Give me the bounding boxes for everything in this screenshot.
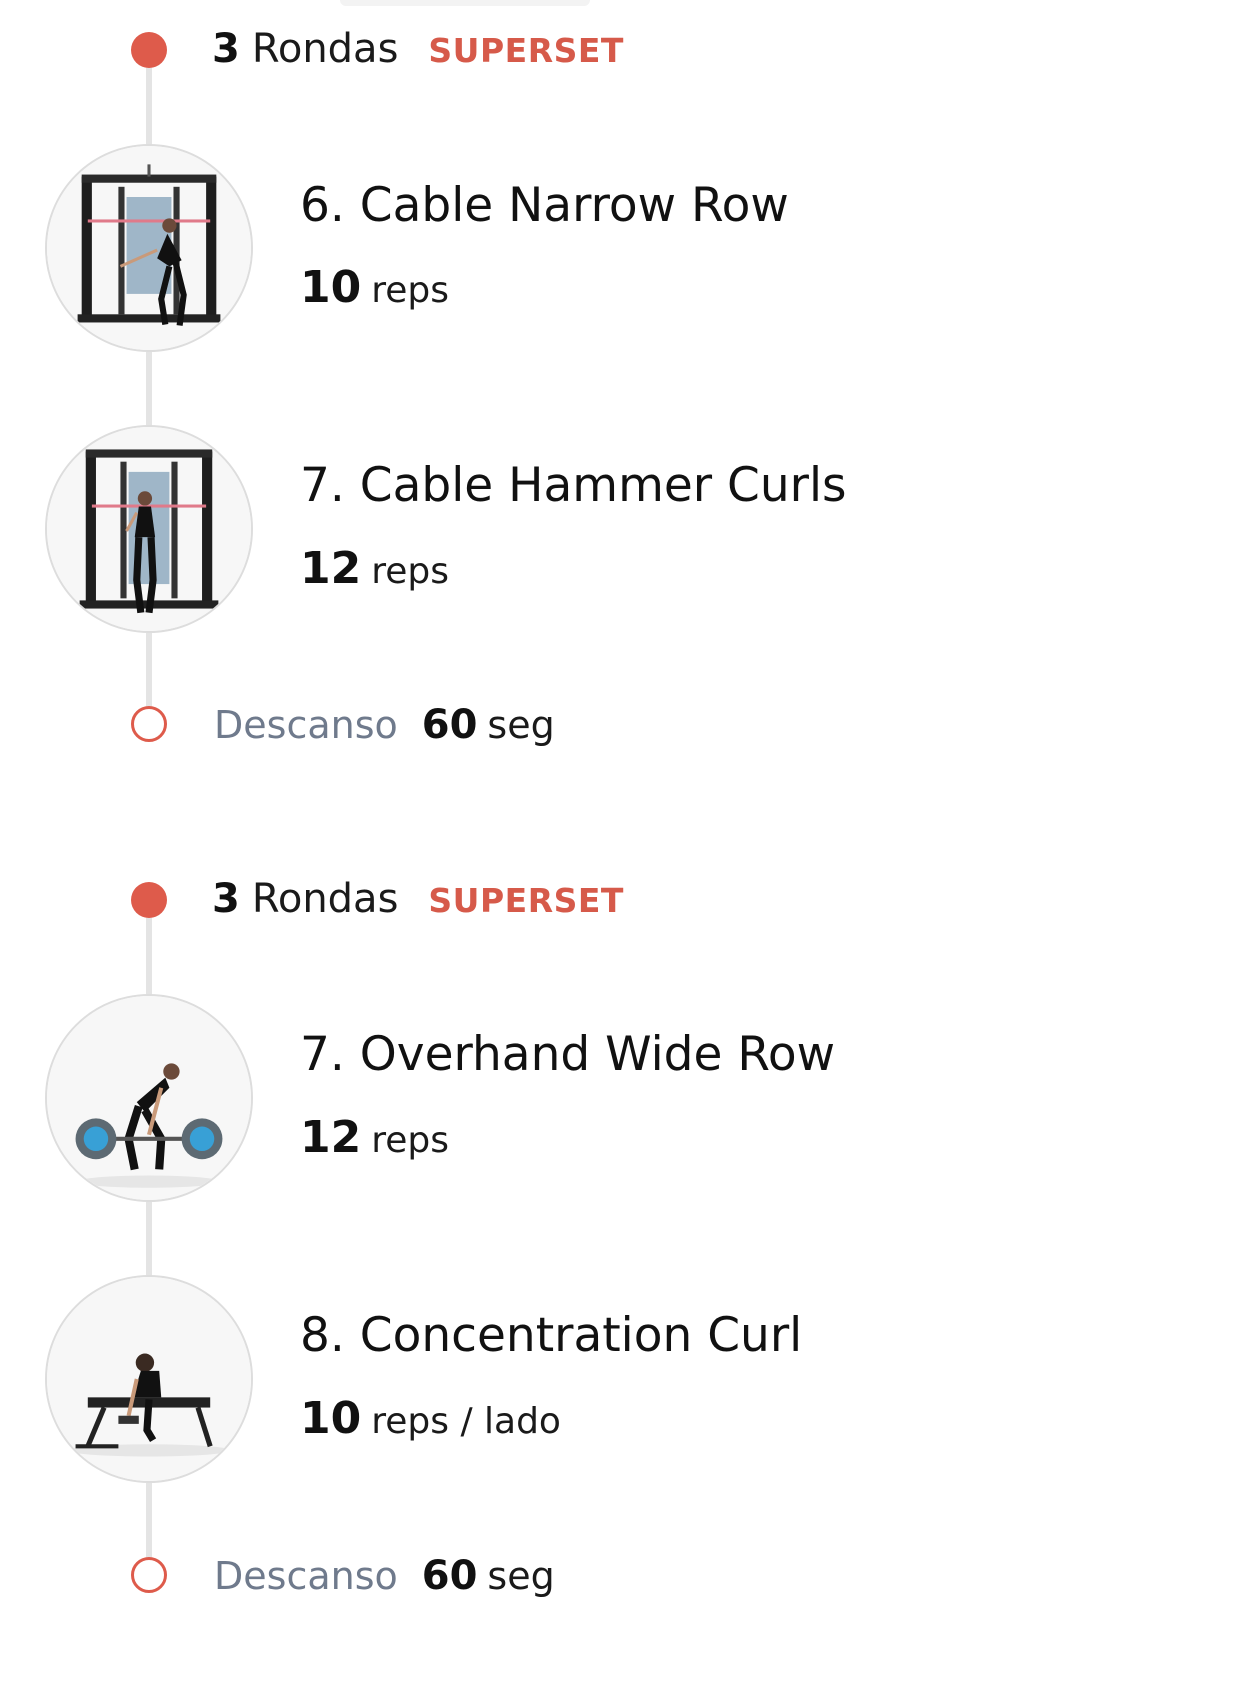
- exercise-name[interactable]: 7. Overhand Wide Row: [300, 1027, 835, 1082]
- exercise-name[interactable]: 7. Cable Hammer Curls: [300, 458, 847, 513]
- reps-count: 10: [300, 1393, 362, 1444]
- rest-unit: seg: [487, 1554, 555, 1598]
- rest-duration: 60: [421, 702, 478, 748]
- exercise-thumbnail[interactable]: [45, 144, 253, 352]
- exercise-name[interactable]: 6. Cable Narrow Row: [300, 178, 789, 233]
- rest-unit: seg: [487, 703, 555, 747]
- reps-unit: reps: [371, 270, 449, 311]
- rounds-label: Rondas: [251, 26, 399, 72]
- exercise-reps: 12 reps: [300, 543, 449, 594]
- bench-dumbbell-curl-image: [47, 1277, 251, 1481]
- rest-marker-circle: [131, 706, 167, 742]
- barbell-row-image: [47, 996, 251, 1200]
- rounds-label: Rondas: [251, 876, 399, 922]
- reps-count: 10: [300, 262, 362, 313]
- reps-unit: reps / lado: [371, 1401, 561, 1442]
- rounds-count: 3: [212, 876, 240, 922]
- exercise-thumbnail[interactable]: [45, 425, 253, 633]
- reps-count: 12: [300, 543, 362, 594]
- reps-unit: reps: [371, 551, 449, 592]
- rest-label: Descanso: [214, 703, 398, 747]
- rounds-header: 3 Rondas SUPERSET: [212, 26, 624, 72]
- rounds-count: 3: [212, 26, 240, 72]
- rest-duration: 60: [421, 1553, 478, 1599]
- rest-marker-circle: [131, 1557, 167, 1593]
- superset-tag: SUPERSET: [428, 881, 624, 920]
- superset-group-1: 3 Rondas SUPERSET 6. Cable Narrow Row 10…: [0, 0, 1242, 784]
- rounds-header: 3 Rondas SUPERSET: [212, 876, 624, 922]
- rest-label: Descanso: [214, 1554, 398, 1598]
- reps-unit: reps: [371, 1120, 449, 1161]
- rest-row: Descanso 60 seg: [214, 1553, 555, 1599]
- exercise-name[interactable]: 8. Concentration Curl: [300, 1308, 802, 1363]
- round-marker-dot: [131, 32, 167, 68]
- exercise-thumbnail[interactable]: [45, 994, 253, 1202]
- exercise-thumbnail[interactable]: [45, 1275, 253, 1483]
- reps-count: 12: [300, 1112, 362, 1163]
- cable-machine-curl-image: [47, 427, 251, 631]
- round-marker-dot: [131, 882, 167, 918]
- superset-group-2: 3 Rondas SUPERSET 7. Overhand Wide Row 1…: [0, 852, 1242, 1652]
- superset-tag: SUPERSET: [428, 31, 624, 70]
- exercise-reps: 12 reps: [300, 1112, 449, 1163]
- rest-row: Descanso 60 seg: [214, 702, 555, 748]
- exercise-reps: 10 reps / lado: [300, 1393, 561, 1444]
- cable-machine-row-image: [47, 146, 251, 350]
- exercise-reps: 10 reps: [300, 262, 449, 313]
